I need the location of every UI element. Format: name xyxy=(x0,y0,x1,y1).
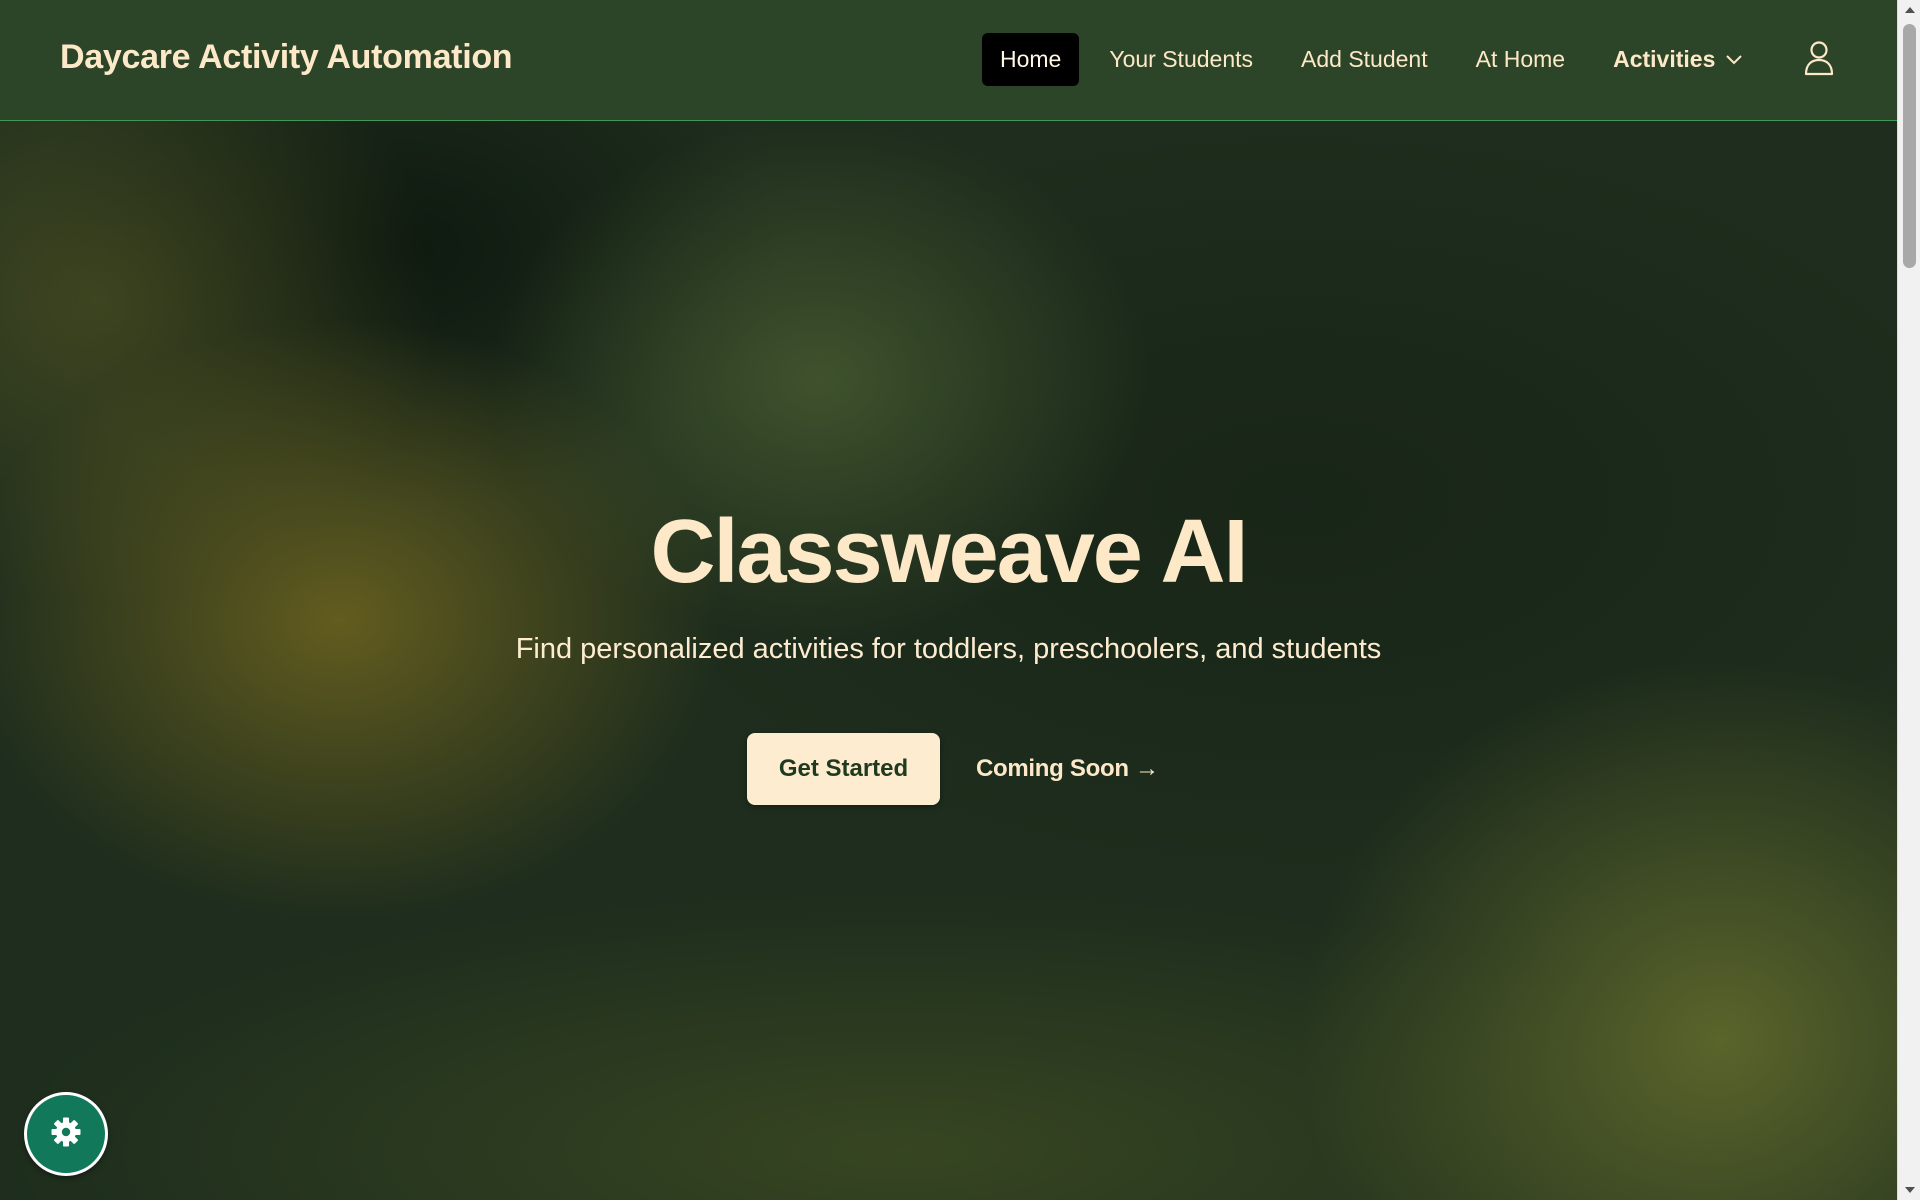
nav-add-student[interactable]: Add Student xyxy=(1283,33,1446,86)
coming-soon-link[interactable]: Coming Soon → xyxy=(976,755,1159,783)
brand-title[interactable]: Daycare Activity Automation xyxy=(60,38,513,77)
nav-at-home[interactable]: At Home xyxy=(1458,33,1583,86)
nav-activities-dropdown[interactable]: Activities xyxy=(1595,33,1761,86)
scrollbar-thumb[interactable] xyxy=(1903,24,1916,268)
scroll-up-arrow-icon[interactable] xyxy=(1898,0,1920,20)
hero-title: Classweave AI xyxy=(650,502,1248,602)
user-account-button[interactable] xyxy=(1800,40,1838,80)
hero-cta-row: Get Started Coming Soon → xyxy=(747,733,1159,805)
scroll-down-arrow-icon[interactable] xyxy=(1898,1180,1920,1200)
top-navbar: Daycare Activity Automation Home Your St… xyxy=(0,0,1897,121)
vertical-scrollbar[interactable] xyxy=(1897,0,1920,1200)
chevron-down-icon xyxy=(1725,54,1743,66)
nav-home[interactable]: Home xyxy=(982,33,1080,86)
settings-button[interactable] xyxy=(24,1092,108,1176)
main-nav: Home Your Students Add Student At Home A… xyxy=(982,33,1773,86)
user-icon xyxy=(1804,40,1834,81)
get-started-button[interactable]: Get Started xyxy=(747,733,940,805)
page-viewport: Daycare Activity Automation Home Your St… xyxy=(0,0,1897,1200)
nav-your-students[interactable]: Your Students xyxy=(1091,33,1271,86)
gear-icon xyxy=(50,1116,82,1153)
nav-activities-label: Activities xyxy=(1613,46,1716,72)
hero-subtitle: Find personalized activities for toddler… xyxy=(515,633,1382,665)
